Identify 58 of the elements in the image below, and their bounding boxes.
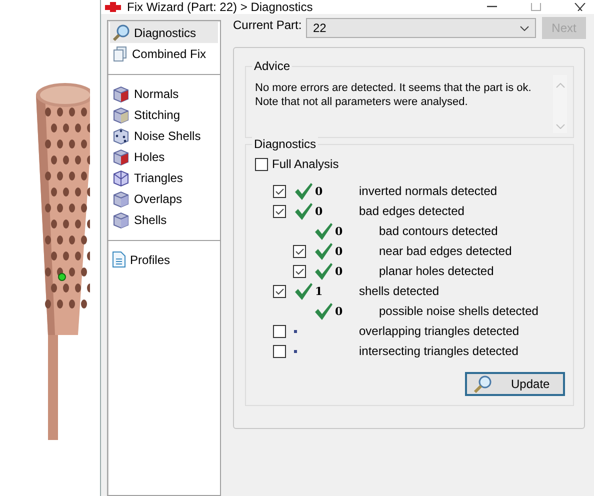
diagnostic-label: possible noise shells detected: [379, 304, 538, 318]
sidebar-item[interactable]: Normals: [110, 83, 218, 104]
cube-icon: [112, 190, 130, 208]
diagnostic-label: intersecting triangles detected: [359, 344, 518, 358]
sidebar-item[interactable]: Profiles: [110, 249, 218, 270]
sidebar-item[interactable]: Noise Shells: [110, 125, 218, 146]
diagnostic-label: bad edges detected: [359, 204, 464, 218]
row-checkbox[interactable]: [273, 344, 286, 358]
sidebar-item[interactable]: Holes: [110, 146, 218, 167]
advice-group-title: Advice: [252, 59, 292, 73]
diagnostics-group-title: Diagnostics: [252, 137, 318, 151]
triangle-mesh-icon: [112, 168, 130, 186]
full-analysis-checkbox[interactable]: [255, 158, 268, 170]
current-part-label: Current Part:: [233, 18, 300, 32]
search-icon: [112, 24, 130, 42]
checkbox-label: Full Analysis: [272, 157, 339, 171]
diagnostic-label: planar holes detected: [379, 264, 494, 278]
detection-count: 0: [335, 304, 343, 318]
detection-count: 0: [335, 224, 343, 238]
scrollbar[interactable]: [553, 75, 567, 133]
sidebar-item[interactable]: Stitching: [110, 104, 218, 125]
diagnostic-label: inverted normals detected: [359, 184, 498, 198]
scroll-up-icon: [556, 83, 564, 88]
detection-count: 0: [315, 204, 323, 218]
app-icon: [105, 2, 121, 12]
diagnostic-label: overlapping triangles detected: [359, 324, 520, 338]
sidebar-item[interactable]: Triangles: [110, 167, 218, 188]
detection-count: 0: [335, 244, 343, 258]
row-checkbox[interactable]: [273, 184, 286, 198]
search-icon: [473, 375, 493, 393]
row-checkbox[interactable]: [273, 324, 286, 338]
row-checkbox[interactable]: [293, 264, 306, 278]
sidebar-item[interactable]: Overlaps: [110, 188, 218, 209]
row-checkbox[interactable]: [293, 244, 306, 258]
cube-icon: [112, 210, 130, 228]
advice-text: No more errors are detected. It seems that the part is ok. Note that not all parameters were analysed.: [255, 81, 532, 110]
update-button[interactable]: Update: [465, 372, 565, 396]
detection-count: 1: [315, 284, 323, 298]
cube-icon: [112, 84, 130, 102]
sidebar-item[interactable]: Diagnostics: [110, 22, 218, 43]
close-button[interactable]: [574, 3, 586, 11]
detection-count: 0: [315, 184, 323, 198]
diagnostic-label: bad contours detected: [379, 224, 498, 238]
row-checkbox[interactable]: [273, 284, 286, 298]
detection-count: 0: [335, 264, 343, 278]
scroll-down-icon: [556, 124, 564, 129]
window-title: Fix Wizard (Part: 22) > Diagnostics: [127, 1, 313, 13]
diagnostic-label: shells detected: [359, 284, 440, 298]
sidebar-item[interactable]: Combined Fix: [110, 43, 218, 64]
sidebar-item[interactable]: Shells: [110, 209, 218, 230]
pages-icon: [112, 46, 128, 62]
dice-icon: [112, 126, 130, 144]
cube-icon: [112, 148, 130, 166]
row-checkbox[interactable]: [273, 204, 286, 218]
cube-icon: [112, 106, 130, 124]
part-dropdown[interactable]: 22: [306, 18, 536, 38]
document-icon: [112, 251, 126, 268]
diagnostic-label: near bad edges detected: [379, 244, 512, 258]
